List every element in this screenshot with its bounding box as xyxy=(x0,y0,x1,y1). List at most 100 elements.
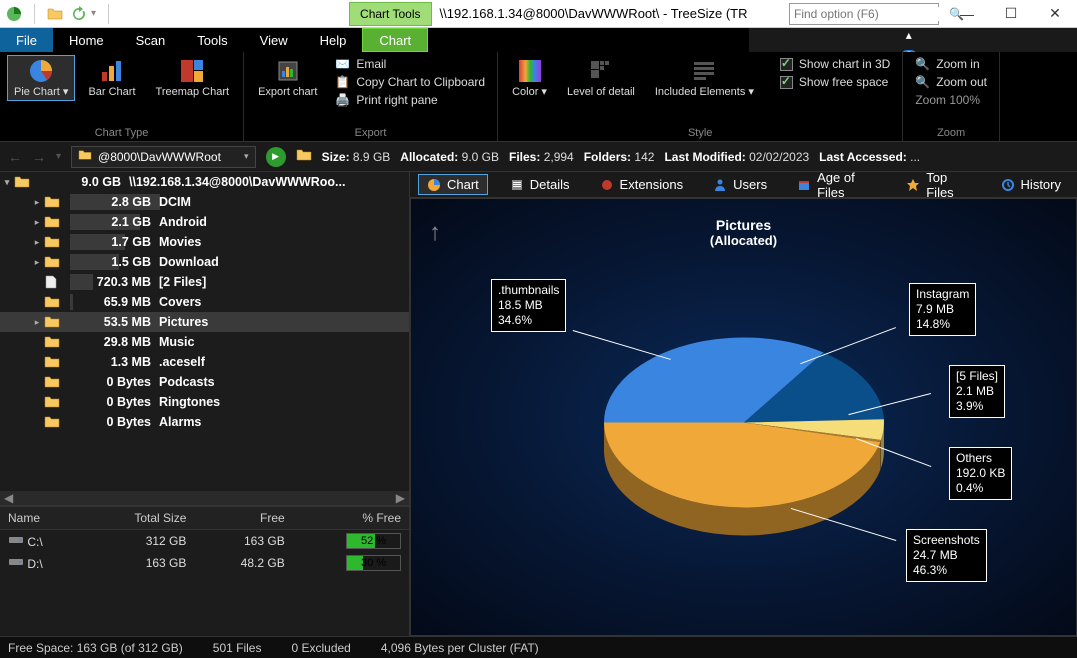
menu-home[interactable]: Home xyxy=(53,28,120,52)
email-icon: ✉️ xyxy=(335,57,350,71)
tab-icon xyxy=(797,178,811,192)
tree-item[interactable]: ▸ 1.7 GBMovies xyxy=(0,232,409,252)
pie-chart-button[interactable]: Pie Chart ▾ xyxy=(8,56,74,100)
tree-item[interactable]: 1.3 MB.aceself xyxy=(0,352,409,372)
menu-chart[interactable]: Chart xyxy=(362,28,428,52)
ribbon-group-zoom: 🔍Zoom in 🔍Zoom out Zoom 100% Zoom xyxy=(903,52,1000,141)
folder-icon xyxy=(78,149,92,164)
ribbon-group-chart-type: Pie Chart ▾ Bar Chart Treemap Chart Char… xyxy=(0,52,244,141)
h-scrollbar[interactable]: ◀▶ xyxy=(0,491,409,505)
directory-tree[interactable]: ▾9.0 GB\\192.168.1.34@8000\DavWWWRoo... … xyxy=(0,172,409,506)
drives-table: Name Total Size Free % Free C:\312 GB163… xyxy=(0,507,409,574)
tree-item[interactable]: 720.3 MB[2 Files] xyxy=(0,272,409,292)
size-kv: Size: 8.9 GB xyxy=(322,150,391,164)
tab-icon xyxy=(906,178,920,192)
allocated-kv: Allocated: 9.0 GB xyxy=(400,150,499,164)
menu-view[interactable]: View xyxy=(244,28,304,52)
drive-row[interactable]: C:\312 GB163 GB52 % xyxy=(0,530,409,553)
tree-item[interactable]: 0 BytesRingtones xyxy=(0,392,409,412)
chart-title: Pictures xyxy=(411,199,1076,233)
window-title: \\192.168.1.34@8000\DavWWWRoot\ - TreeSi… xyxy=(432,6,789,21)
minimize-button[interactable]: — xyxy=(945,0,989,28)
tree-item[interactable]: ▸ 2.8 GBDCIM xyxy=(0,192,409,212)
address-box[interactable]: ▾ xyxy=(71,146,256,168)
tab-history[interactable]: History xyxy=(993,175,1069,194)
email-button[interactable]: ✉️Email xyxy=(331,56,489,72)
tab-users[interactable]: Users xyxy=(705,175,775,194)
chart-tools-context-tab[interactable]: Chart Tools xyxy=(349,2,431,26)
menu-tools[interactable]: Tools xyxy=(181,28,243,52)
menubar: File Home Scan Tools View Help Chart ▴ ? xyxy=(0,28,1077,52)
lastmod-kv: Last Modified: 02/02/2023 xyxy=(664,150,809,164)
address-input[interactable] xyxy=(98,150,238,164)
nav-forward-icon[interactable]: → xyxy=(32,149,46,165)
callout-Instagram: Instagram7.9 MB14.8% xyxy=(909,283,976,336)
ribbon-group-style: Color ▾ Level of detail Included Element… xyxy=(498,52,903,141)
chart-subtitle: (Allocated) xyxy=(411,233,1076,248)
folder-icon xyxy=(296,148,312,165)
ribbon-group-export: Export chart ✉️Email 📋Copy Chart to Clip… xyxy=(244,52,498,141)
statusbar: Free Space: 163 GB (of 312 GB) 501 Files… xyxy=(0,636,1077,658)
level-of-detail-button[interactable]: Level of detail xyxy=(561,56,641,100)
col-name[interactable]: Name xyxy=(0,507,83,530)
tree-root[interactable]: ▾9.0 GB\\192.168.1.34@8000\DavWWWRoo... xyxy=(0,172,409,192)
maximize-button[interactable]: ☐ xyxy=(989,0,1033,28)
col-total[interactable]: Total Size xyxy=(83,507,194,530)
quick-access-toolbar: ▾ xyxy=(0,4,119,24)
tab-icon xyxy=(600,178,614,192)
callout-Others: Others192.0 KB0.4% xyxy=(949,447,1012,500)
menu-file[interactable]: File xyxy=(0,28,53,52)
files-kv: Files: 2,994 xyxy=(509,150,574,164)
tree-item[interactable]: 0 BytesPodcasts xyxy=(0,372,409,392)
find-option-input[interactable] xyxy=(794,7,949,21)
chart-area[interactable]: ↑ Pictures (Allocated) .thumbnails18.5 M… xyxy=(410,198,1077,636)
tabbar: ChartDetailsExtensionsUsersAge of FilesT… xyxy=(410,172,1077,198)
open-folder-icon[interactable] xyxy=(47,6,63,22)
zoom-in-button[interactable]: 🔍Zoom in xyxy=(911,56,991,72)
clipboard-icon: 📋 xyxy=(335,75,350,89)
nav-history-icon[interactable]: ▾ xyxy=(56,151,61,162)
titlebar: ▾ Chart Tools \\192.168.1.34@8000\DavWWW… xyxy=(0,0,1077,28)
show-free-space-checkbox[interactable]: Show free space xyxy=(776,74,894,90)
printer-icon: 🖨️ xyxy=(335,93,350,107)
refresh-icon[interactable] xyxy=(71,6,87,22)
tree-item[interactable]: ▸ 53.5 MBPictures xyxy=(0,312,409,332)
zoom-in-icon: 🔍 xyxy=(915,57,930,71)
tab-icon xyxy=(510,178,524,192)
tree-item[interactable]: ▸ 1.5 GBDownload xyxy=(0,252,409,272)
tab-extensions[interactable]: Extensions xyxy=(592,175,692,194)
menu-help[interactable]: Help xyxy=(304,28,363,52)
export-chart-button[interactable]: Export chart xyxy=(252,56,323,100)
callout-Screenshots: Screenshots24.7 MB46.3% xyxy=(906,529,987,582)
pie-chart[interactable] xyxy=(594,322,894,555)
tab-icon xyxy=(1001,178,1015,192)
find-option-search[interactable]: 🔍 xyxy=(789,3,939,25)
color-button[interactable]: Color ▾ xyxy=(506,56,553,100)
tree-item[interactable]: 29.8 MBMusic xyxy=(0,332,409,352)
lastacc-kv: Last Accessed: ... xyxy=(819,150,920,164)
scan-button[interactable]: ▶ xyxy=(266,147,286,167)
bar-chart-button[interactable]: Bar Chart xyxy=(82,56,141,100)
tab-details[interactable]: Details xyxy=(502,175,578,194)
included-elements-button[interactable]: Included Elements ▾ xyxy=(649,56,760,100)
tab-chart[interactable]: Chart xyxy=(418,174,488,195)
show-3d-checkbox[interactable]: Show chart in 3D xyxy=(776,56,894,72)
tree-item[interactable]: 65.9 MBCovers xyxy=(0,292,409,312)
folders-kv: Folders: 142 xyxy=(584,150,655,164)
right-panel: ChartDetailsExtensionsUsersAge of FilesT… xyxy=(410,172,1077,636)
tree-item[interactable]: 0 BytesAlarms xyxy=(0,412,409,432)
tree-item[interactable]: ▸ 2.1 GBAndroid xyxy=(0,212,409,232)
zoom-out-button[interactable]: 🔍Zoom out xyxy=(911,74,991,90)
close-button[interactable]: ✕ xyxy=(1033,0,1077,28)
go-up-icon[interactable]: ↑ xyxy=(429,219,441,247)
status-excluded: 0 Excluded xyxy=(291,641,350,655)
drive-row[interactable]: D:\163 GB48.2 GB30 % xyxy=(0,552,409,574)
collapse-ribbon-icon[interactable]: ▴ xyxy=(906,28,912,42)
nav-back-icon[interactable]: ← xyxy=(8,149,22,165)
menu-scan[interactable]: Scan xyxy=(120,28,182,52)
copy-clipboard-button[interactable]: 📋Copy Chart to Clipboard xyxy=(331,74,489,90)
print-button[interactable]: 🖨️Print right pane xyxy=(331,92,489,108)
treemap-chart-button[interactable]: Treemap Chart xyxy=(150,56,236,100)
col-free[interactable]: Free xyxy=(194,507,292,530)
col-pct[interactable]: % Free xyxy=(293,507,409,530)
